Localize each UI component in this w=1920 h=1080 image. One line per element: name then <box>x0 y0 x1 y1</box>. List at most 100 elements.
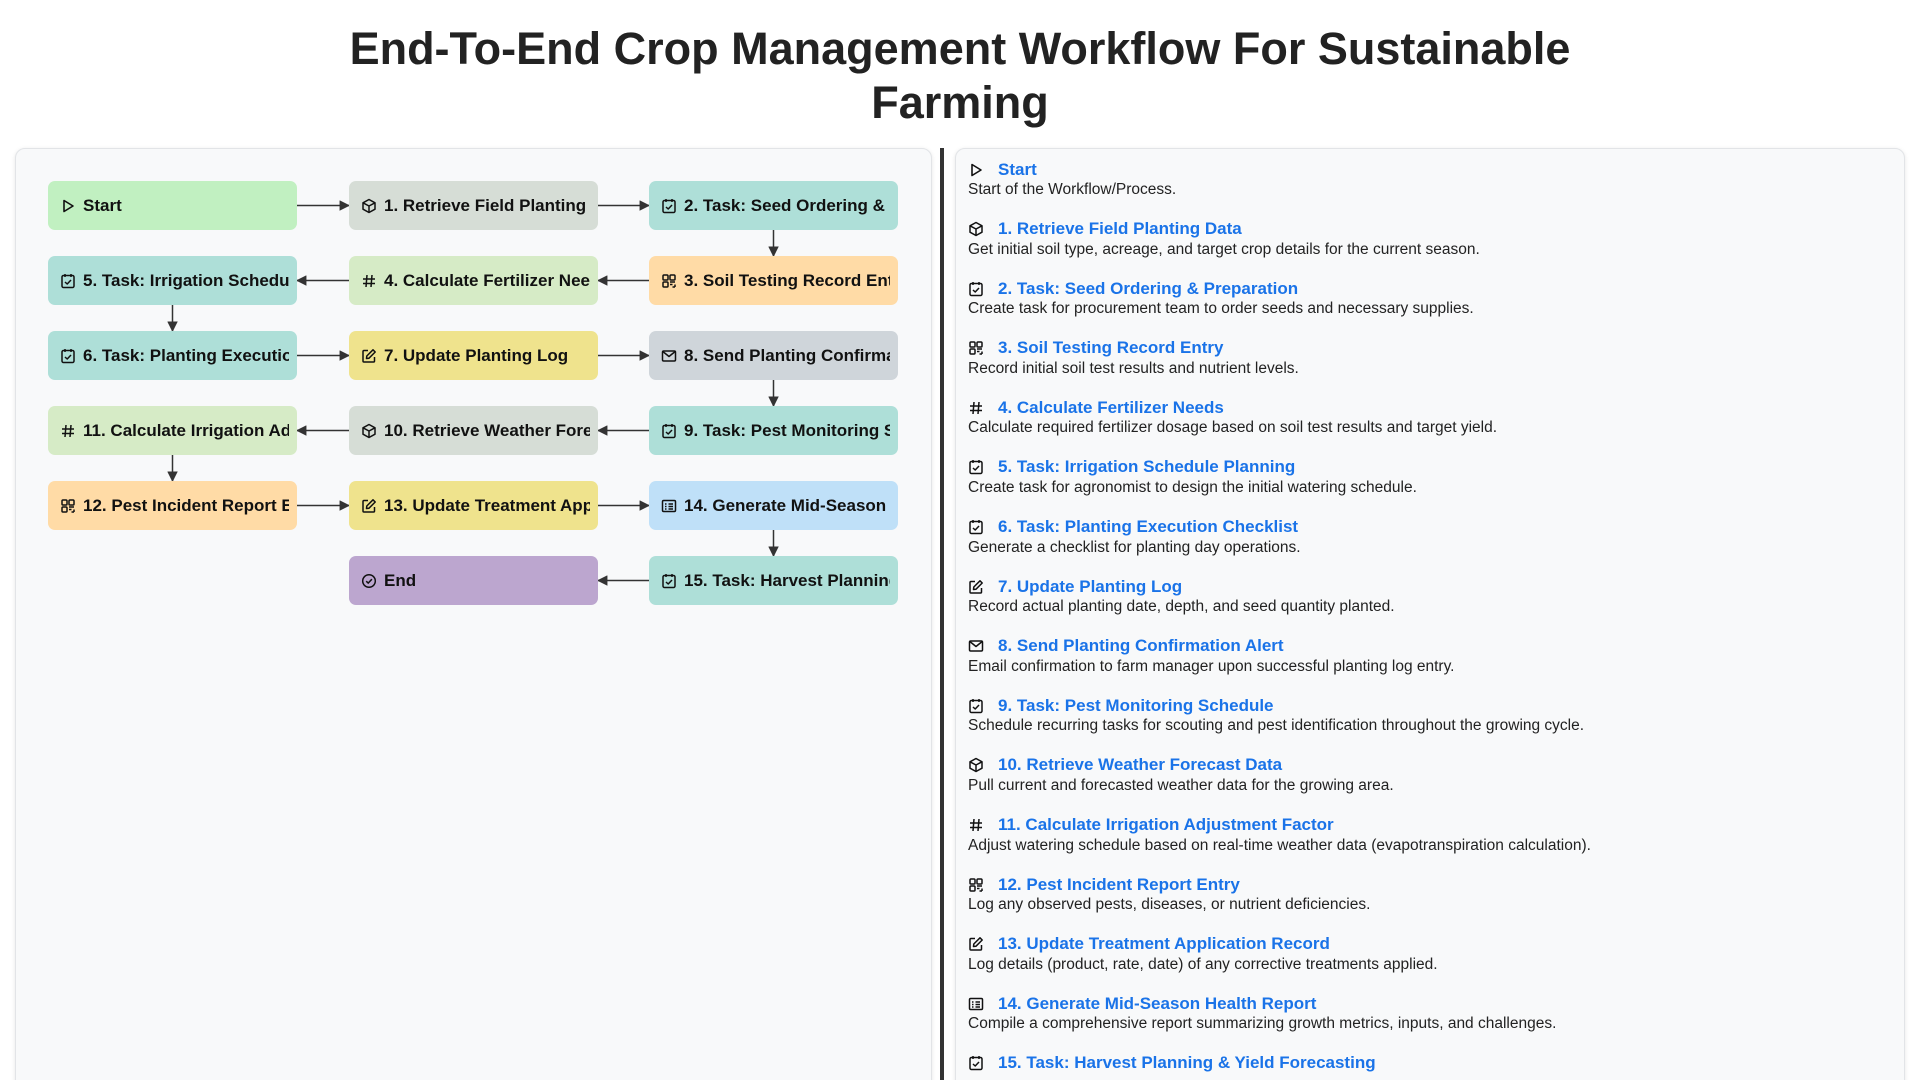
edit-icon <box>361 498 377 514</box>
node-n12[interactable]: 12. Pest Incident Report En <box>48 481 297 530</box>
node-label: 11. Calculate Irrigation Adju <box>83 420 289 440</box>
list-item: 8. Send Planting Confirmation Alert Email… <box>968 636 1892 696</box>
list-item: 6. Task: Planting Execution Checklist Gen… <box>968 517 1892 577</box>
node-n2[interactable]: 2. Task: Seed Ordering & P <box>649 181 898 230</box>
step-description: Get initial soil type, acreage, and targ… <box>968 240 1480 258</box>
list-item: 4. Calculate Fertilizer Needs Calculate r… <box>968 397 1892 457</box>
step-title-link[interactable]: 6. Task: Planting Execution Checklist <box>998 517 1298 537</box>
node-label: 12. Pest Incident Report En <box>83 495 289 515</box>
edit-icon <box>968 579 984 595</box>
node-label: 3. Soil Testing Record Entr <box>684 270 890 290</box>
node-label: 5. Task: Irrigation Schedule <box>83 270 289 290</box>
hash-icon <box>968 817 984 833</box>
step-title-link[interactable]: Start <box>998 160 1037 180</box>
step-description: Generate a checklist for planting day op… <box>968 538 1301 556</box>
grid-icon <box>60 498 76 514</box>
node-n6[interactable]: 6. Task: Planting Execution <box>48 331 297 380</box>
node-n11[interactable]: 11. Calculate Irrigation Adju <box>48 406 297 455</box>
step-description: Pull current and forecasted weather data… <box>968 776 1394 794</box>
workflow-diagram-panel: Start 1. Retrieve Field Planting D 2. Task… <box>15 148 932 1080</box>
step-description: Record initial soil test results and nut… <box>968 359 1299 377</box>
step-title-link[interactable]: 4. Calculate Fertilizer Needs <box>998 398 1224 418</box>
step-title-link[interactable]: 9. Task: Pest Monitoring Schedule <box>998 696 1274 716</box>
checkbox-icon <box>968 519 984 535</box>
hash-icon <box>60 423 76 439</box>
checkbox-icon <box>968 281 984 297</box>
step-description: Email confirmation to farm manager upon … <box>968 657 1455 675</box>
node-n13[interactable]: 13. Update Treatment Appli <box>349 481 598 530</box>
list-item: 9. Task: Pest Monitoring Schedule Schedul… <box>968 695 1892 755</box>
page-title-line-1: End-To-End Crop Management Workflow For … <box>349 23 1571 74</box>
node-end[interactable]: End <box>349 556 598 605</box>
step-description: Calculate required fertilizer dosage bas… <box>968 419 1498 437</box>
step-title-link[interactable]: 5. Task: Irrigation Schedule Planning <box>998 457 1295 477</box>
node-label: 9. Task: Pest Monitoring Sc <box>684 420 890 440</box>
list-item: 11. Calculate Irrigation Adjustment Fact… <box>968 815 1892 875</box>
panel-divider <box>940 148 944 1080</box>
step-description: Start of the Workflow/Process. <box>968 181 1177 198</box>
step-title-link[interactable]: 8. Send Planting Confirmation Alert <box>998 636 1284 656</box>
step-title-link[interactable]: 12. Pest Incident Report Entry <box>998 875 1240 895</box>
grid-icon <box>661 273 677 289</box>
node-label: 4. Calculate Fertilizer Need <box>384 270 590 290</box>
step-title-link[interactable]: 10. Retrieve Weather Forecast Data <box>998 755 1282 775</box>
report-icon <box>661 498 677 514</box>
step-title-link[interactable]: 14. Generate Mid-Season Health Report <box>998 994 1316 1014</box>
node-n10[interactable]: 10. Retrieve Weather Forec <box>349 406 598 455</box>
node-n3[interactable]: 3. Soil Testing Record Entr <box>649 256 898 305</box>
step-title-link[interactable]: 13. Update Treatment Application Record <box>998 934 1330 954</box>
checkbox-icon <box>60 348 76 364</box>
step-description: Adjust watering schedule based on real-t… <box>968 836 1591 854</box>
step-title-link[interactable]: 15. Task: Harvest Planning & Yield Forec… <box>998 1053 1376 1073</box>
report-icon <box>968 996 984 1012</box>
node-n7[interactable]: 7. Update Planting Log <box>349 331 598 380</box>
node-label: 6. Task: Planting Execution <box>83 345 289 365</box>
list-item: 14. Generate Mid-Season Health Report Com… <box>968 993 1892 1053</box>
edit-icon <box>361 348 377 364</box>
node-n5[interactable]: 5. Task: Irrigation Schedule <box>48 256 297 305</box>
step-description: Create task for agronomist to design the… <box>968 478 1417 496</box>
node-n8[interactable]: 8. Send Planting Confirmat <box>649 331 898 380</box>
cube-icon <box>361 423 377 439</box>
node-n14[interactable]: 14. Generate Mid-Season H <box>649 481 898 530</box>
list-item: 13. Update Treatment Application Record L… <box>968 934 1892 994</box>
step-description: Record actual planting date, depth, and … <box>968 598 1395 616</box>
grid-icon <box>968 877 984 893</box>
cube-icon <box>361 198 377 214</box>
node-n15[interactable]: 15. Task: Harvest Planning <box>649 556 898 605</box>
play-icon <box>968 162 984 178</box>
node-label: 2. Task: Seed Ordering & P <box>684 195 890 215</box>
check-circle-icon <box>361 573 377 589</box>
grid-icon <box>968 340 984 356</box>
step-title-link[interactable]: 7. Update Planting Log <box>998 577 1182 597</box>
list-item: 15. Task: Harvest Planning & Yield Forec… <box>968 1053 1892 1080</box>
step-title-link[interactable]: 1. Retrieve Field Planting Data <box>998 219 1242 239</box>
step-description: Log details (product, rate, date) of any… <box>968 955 1438 973</box>
step-list-panel: Start Start of the Workflow/Process. 1. Re… <box>955 148 1905 1080</box>
node-label: 1. Retrieve Field Planting D <box>384 195 590 215</box>
mail-icon <box>661 348 677 364</box>
mail-icon <box>968 638 984 654</box>
step-title-link[interactable]: 3. Soil Testing Record Entry <box>998 338 1223 358</box>
checkbox-icon <box>661 423 677 439</box>
step-title-link[interactable]: 11. Calculate Irrigation Adjustment Fact… <box>998 815 1334 835</box>
page-title-line-2: Farming <box>871 77 1049 128</box>
hash-icon <box>968 400 984 416</box>
list-item: 10. Retrieve Weather Forecast Data Pull c… <box>968 755 1892 815</box>
node-label: Start <box>83 195 122 215</box>
list-item: 3. Soil Testing Record Entry Record initi… <box>968 338 1892 398</box>
node-start[interactable]: Start <box>48 181 297 230</box>
step-description: Compile a comprehensive report summarizi… <box>968 1015 1557 1033</box>
node-n1[interactable]: 1. Retrieve Field Planting D <box>349 181 598 230</box>
step-description: Log any observed pests, diseases, or nut… <box>968 896 1371 914</box>
cube-icon <box>968 757 984 773</box>
list-item: 2. Task: Seed Ordering & Preparation Crea… <box>968 278 1892 338</box>
cube-icon <box>968 221 984 237</box>
step-description: Schedule recurring tasks for scouting an… <box>968 717 1585 735</box>
node-n9[interactable]: 9. Task: Pest Monitoring Sc <box>649 406 898 455</box>
node-label: 7. Update Planting Log <box>384 345 569 365</box>
node-n4[interactable]: 4. Calculate Fertilizer Need <box>349 256 598 305</box>
step-title-link[interactable]: 2. Task: Seed Ordering & Preparation <box>998 279 1298 299</box>
checkbox-icon <box>661 198 677 214</box>
list-item: 12. Pest Incident Report Entry Log any ob… <box>968 874 1892 934</box>
